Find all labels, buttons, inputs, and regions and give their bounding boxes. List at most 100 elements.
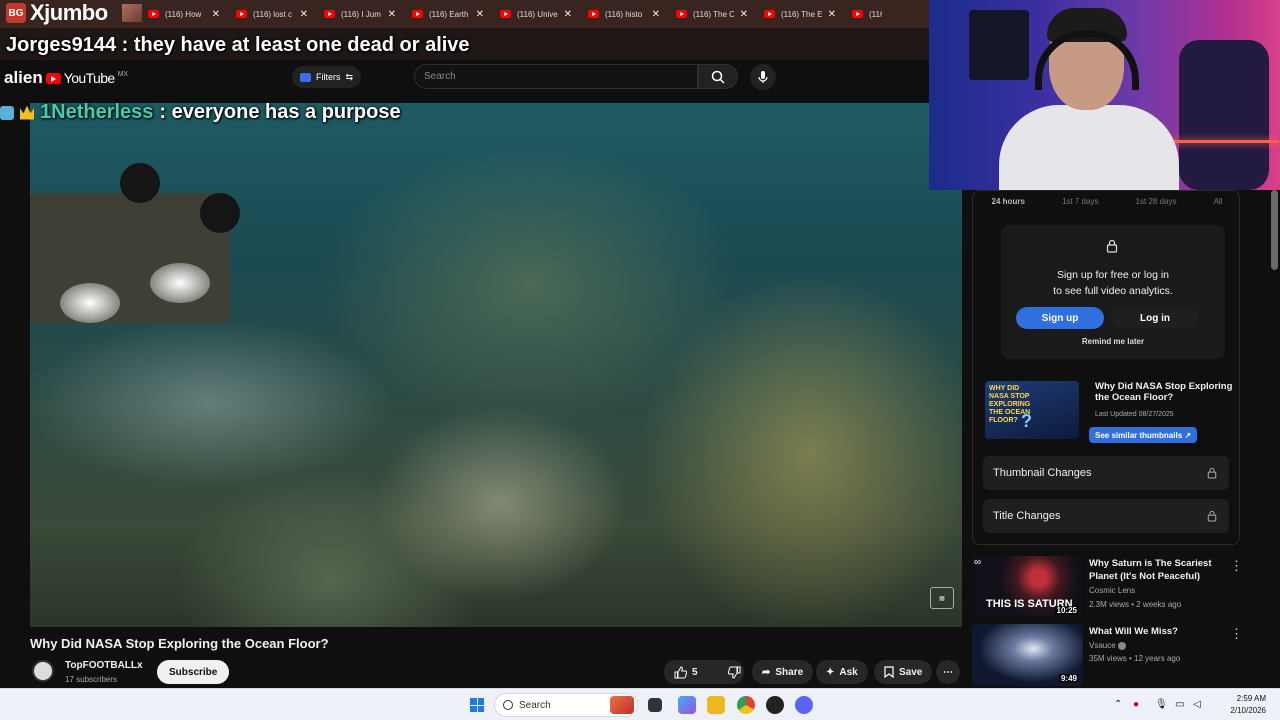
crown-icon	[20, 105, 34, 120]
video-frame-rov	[30, 153, 240, 353]
browser-tab[interactable]: (116) histo ✕	[580, 0, 668, 28]
recommended-title[interactable]: Why Saturn is The Scariest Planet (It's …	[1089, 557, 1227, 583]
tab-24-hours[interactable]: 24 hours	[992, 197, 1025, 206]
login-button[interactable]: Log in	[1111, 307, 1199, 329]
close-tab-icon[interactable]: ✕	[388, 9, 396, 20]
sparkle-icon: ✦	[826, 666, 835, 678]
browser-tab[interactable]: (116)	[844, 0, 890, 28]
search-icon	[711, 70, 725, 84]
streamer-brand: BG Xjumbo	[6, 0, 142, 26]
file-icon[interactable]	[648, 698, 662, 712]
save-button[interactable]: Save	[874, 660, 933, 684]
like-dislike-group: 5	[664, 660, 744, 684]
browser-tab[interactable]: (116) The E ✕	[756, 0, 844, 28]
video-duration: 10:25	[1054, 606, 1079, 615]
search-button[interactable]	[698, 64, 738, 89]
more-vertical-icon[interactable]: ⋮	[1230, 626, 1243, 642]
streamer-name: Xjumbo	[30, 0, 108, 25]
filters-button[interactable]: Filters ⇆	[292, 66, 362, 88]
voice-search-button[interactable]	[750, 64, 776, 90]
recommended-video[interactable]: ∞ THIS IS SATURN 10:25 Why Saturn is The…	[972, 556, 1262, 620]
youtube-favicon-icon	[588, 10, 599, 18]
remind-later-link[interactable]: Remind me later	[1001, 337, 1225, 346]
tab-1st-7-days[interactable]: 1st 7 days	[1062, 197, 1098, 206]
tab-all[interactable]: All	[1214, 197, 1223, 206]
recommended-meta: 2.3M views • 2 weeks ago	[1089, 600, 1182, 609]
like-button[interactable]: 5	[664, 660, 708, 684]
share-button[interactable]: ➦ Share	[752, 660, 814, 684]
youtube-logo[interactable]: alien YouTube MX	[4, 68, 128, 88]
see-similar-thumbnails-button[interactable]: See similar thumbnails ↗	[1089, 427, 1198, 443]
browser-tab[interactable]: (116) Unive ✕	[492, 0, 580, 28]
volume-icon[interactable]: ◁	[1193, 699, 1201, 710]
analytics-time-tabs: 24 hours 1st 7 days 1st 28 days All	[973, 197, 1241, 206]
close-tab-icon[interactable]: ✕	[740, 9, 748, 20]
youtube-header: alien YouTube MX Filters ⇆ Search	[0, 60, 930, 100]
video-duration: 9:49	[1058, 674, 1079, 683]
tab-1st-28-days[interactable]: 1st 28 days	[1136, 197, 1177, 206]
more-vertical-icon[interactable]: ⋮	[1230, 558, 1243, 574]
title-changes-row[interactable]: Title Changes	[983, 499, 1229, 533]
tray-app-icon[interactable]: ●	[1133, 699, 1139, 710]
clock[interactable]: 2:59 AM 2/10/2026	[1212, 693, 1266, 717]
chat-message: Jorges9144 : they have at least one dead…	[6, 34, 470, 56]
recommended-channel[interactable]: Cosmic Lens	[1089, 586, 1135, 595]
microphone-icon[interactable]: 🎙	[1155, 699, 1168, 710]
youtube-favicon-icon	[412, 10, 423, 18]
subscribe-button[interactable]: Subscribe	[157, 660, 230, 684]
external-link-icon: ↗	[1184, 430, 1192, 440]
browser-tab[interactable]: (116) The C ✕	[668, 0, 756, 28]
more-actions-button[interactable]: ⋯	[936, 660, 960, 684]
browser-tab[interactable]: (116) I Jum ✕	[316, 0, 404, 28]
network-icon[interactable]: ▭	[1175, 699, 1184, 710]
thumbnail-title: Why Did NASA Stop Exploring the Ocean Fl…	[1095, 381, 1233, 403]
youtube-favicon-icon	[852, 10, 863, 18]
thumbnail-changes-row[interactable]: Thumbnail Changes	[983, 456, 1229, 490]
recommended-thumbnail[interactable]: ∞ THIS IS SATURN 10:25	[972, 556, 1083, 618]
close-tab-icon[interactable]: ✕	[476, 9, 484, 20]
channel-name[interactable]: TopFOOTBALLx	[65, 660, 143, 671]
folder-icon[interactable]	[707, 696, 725, 714]
more-horizontal-icon: ⋯	[943, 666, 953, 678]
browser-tab[interactable]: (116) Earth ✕	[404, 0, 492, 28]
taskbar-widget-icon[interactable]	[610, 696, 634, 714]
youtube-play-icon	[45, 72, 61, 84]
signup-prompt: Sign up for free or log in	[1056, 269, 1170, 281]
signup-subprompt: to see full video analytics.	[1053, 285, 1173, 297]
video-title: Why Did NASA Stop Exploring the Ocean Fl…	[30, 636, 329, 651]
dislike-button[interactable]	[718, 660, 751, 684]
close-tab-icon[interactable]: ✕	[212, 9, 220, 20]
streamer-thumb-image	[121, 4, 142, 22]
ask-button[interactable]: ✦ Ask	[816, 660, 868, 684]
discord-icon[interactable]	[795, 696, 813, 714]
recommended-video[interactable]: 9:49 What Will We Miss? Vsauce 35M views…	[972, 624, 1262, 688]
signup-button[interactable]: Sign up	[1016, 307, 1104, 329]
windows-start-icon[interactable]	[470, 698, 484, 712]
video-player[interactable]: ▦	[30, 103, 962, 627]
chrome-icon[interactable]	[737, 696, 755, 714]
copilot-icon[interactable]	[678, 696, 696, 714]
browser-tab[interactable]: (116) lost c ✕	[228, 0, 316, 28]
last-updated: Last Updated 08/27/2025	[1095, 411, 1174, 418]
obs-icon[interactable]	[766, 696, 784, 714]
taskbar: Search ⌃ ● 🎙 ▭ ◁ 2:59 AM 2/10/2026	[0, 688, 1280, 720]
close-tab-icon[interactable]: ✕	[564, 9, 572, 20]
chevron-up-icon[interactable]: ⌃	[1114, 699, 1122, 710]
chat-message: 1Netherless: everyone has a purpose	[0, 101, 401, 124]
close-tab-icon[interactable]: ✕	[828, 9, 836, 20]
close-tab-icon[interactable]: ✕	[300, 9, 308, 20]
share-icon: ➦	[762, 666, 771, 678]
thumbnail-preview: WHY DID NASA STOP EXPLORING THE OCEAN FL…	[985, 381, 1079, 439]
verified-icon	[1117, 641, 1126, 650]
recommended-channel[interactable]: Vsauce	[1089, 641, 1126, 650]
channel-avatar[interactable]	[32, 660, 54, 682]
recommended-thumbnail[interactable]: 9:49	[972, 624, 1083, 686]
thumbs-up-icon	[674, 665, 687, 678]
close-tab-icon[interactable]: ✕	[652, 9, 660, 20]
recommended-title[interactable]: What Will We Miss?	[1089, 625, 1227, 638]
streamer-badge: BG	[6, 3, 26, 23]
search-input[interactable]: Search	[414, 64, 698, 89]
browser-tab[interactable]: (116) How ✕	[140, 0, 228, 28]
page-scrollbar[interactable]	[1271, 190, 1278, 270]
search-icon	[503, 700, 513, 710]
